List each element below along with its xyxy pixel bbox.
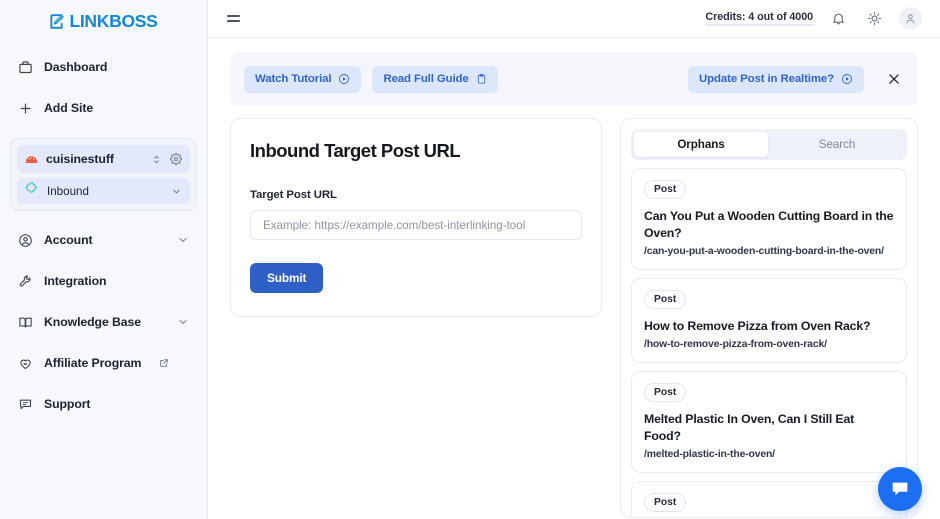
sidebar-item-add-site[interactable]: Add Site bbox=[10, 93, 197, 123]
site-name: cuisinestuff bbox=[46, 152, 114, 166]
sidebar-item-label: Dashboard bbox=[44, 60, 108, 74]
sun-icon[interactable] bbox=[863, 8, 885, 30]
target-post-url-label: Target Post URL bbox=[250, 189, 337, 201]
close-icon[interactable] bbox=[884, 69, 904, 89]
hamburger-menu-icon[interactable] bbox=[224, 12, 243, 25]
logo-pen-icon bbox=[49, 12, 68, 31]
wrench-icon bbox=[18, 274, 33, 289]
sidebar-item-inbound[interactable]: Inbound bbox=[17, 178, 190, 204]
target-post-url-input[interactable] bbox=[250, 210, 582, 240]
app-root: LINKBOSS Dashboard Add Site cuisinestuff… bbox=[0, 0, 940, 519]
post-slug: /melted-plastic-in-the-oven/ bbox=[644, 448, 775, 460]
plus-icon bbox=[18, 101, 33, 116]
sidebar-subitem-label: Inbound bbox=[47, 184, 89, 198]
panel-tabs: Orphans Search bbox=[631, 129, 907, 160]
site-selector-cuisinestuff[interactable]: cuisinestuff bbox=[17, 145, 190, 173]
credits-label: Credits: 4 out of 4000 bbox=[705, 11, 813, 26]
site-favicon bbox=[25, 155, 38, 163]
sidebar-nav-top: Dashboard Add Site bbox=[0, 38, 207, 123]
chevron-down-icon[interactable] bbox=[177, 234, 189, 246]
list-item[interactable]: Post Melted Plastic In Oven, Can I Still… bbox=[631, 370, 907, 473]
status-badge: Post bbox=[644, 382, 687, 402]
sidebar-item-label: Support bbox=[44, 397, 91, 411]
post-title: Melted Plastic In Oven, Can I Still Eat … bbox=[644, 411, 855, 443]
chat-bubble-icon bbox=[892, 482, 908, 496]
gear-icon[interactable] bbox=[170, 153, 182, 165]
site-switch-icon[interactable] bbox=[151, 154, 162, 165]
post-list: Post Can You Put a Wooden Cutting Board … bbox=[631, 168, 907, 517]
list-item[interactable]: Post Can You Put a Wooden Cutting Board … bbox=[631, 168, 907, 270]
read-full-guide-button[interactable]: Read Full Guide bbox=[372, 65, 498, 93]
main-area: Credits: 4 out of 4000 Watch Tutorial Re… bbox=[208, 0, 940, 519]
play-circle-icon bbox=[841, 73, 853, 85]
update-post-realtime-button[interactable]: Update Post in Realtime? bbox=[688, 65, 864, 93]
submit-button[interactable]: Submit bbox=[250, 263, 324, 293]
sidebar-item-integration[interactable]: Integration bbox=[10, 266, 197, 296]
sidebar-item-label: Knowledge Base bbox=[44, 315, 141, 329]
content-row: Inbound Target Post URL Target Post URL … bbox=[208, 106, 940, 518]
sidebar-item-label: Add Site bbox=[44, 101, 94, 115]
tab-search[interactable]: Search bbox=[770, 132, 904, 157]
avatar[interactable] bbox=[899, 7, 922, 30]
sidebar-item-label: Account bbox=[44, 233, 93, 247]
chevron-down-icon[interactable] bbox=[171, 186, 182, 197]
sidebar-item-label: Integration bbox=[44, 274, 107, 288]
clipboard-icon bbox=[476, 73, 487, 85]
site-group: cuisinestuff Inbound bbox=[10, 138, 197, 211]
book-icon bbox=[18, 315, 33, 330]
list-item[interactable]: Post Can You Put a Rubber Handle Pan in … bbox=[631, 480, 907, 517]
sidebar-item-label: Affiliate Program bbox=[44, 356, 142, 370]
chat-widget-button[interactable] bbox=[878, 467, 922, 511]
post-slug: /how-to-remove-pizza-from-oven-rack/ bbox=[644, 338, 827, 350]
user-circle-icon bbox=[18, 233, 33, 248]
list-item[interactable]: Post How to Remove Pizza from Oven Rack?… bbox=[631, 277, 907, 363]
posts-panel: Orphans Search Post Can You Put a Wooden… bbox=[620, 118, 918, 518]
status-badge: Post bbox=[644, 492, 687, 512]
sidebar-item-knowledge-base[interactable]: Knowledge Base bbox=[10, 307, 197, 337]
update-post-realtime-label: Update Post in Realtime? bbox=[699, 73, 834, 85]
sidebar-item-support[interactable]: Support bbox=[10, 389, 197, 419]
promo-banner: Watch Tutorial Read Full Guide Update Po bbox=[230, 52, 918, 106]
watch-tutorial-label: Watch Tutorial bbox=[255, 73, 332, 85]
play-circle-icon bbox=[338, 73, 350, 85]
sidebar-nav-bottom: Account Integration Knowledge Base Affil… bbox=[0, 211, 207, 419]
post-title: Can You Put a Wooden Cutting Board in th… bbox=[644, 209, 894, 240]
sidebar-item-affiliate-program[interactable]: Affiliate Program bbox=[10, 348, 197, 378]
heart-handshake-icon bbox=[18, 356, 33, 371]
watch-tutorial-button[interactable]: Watch Tutorial bbox=[244, 65, 362, 93]
bell-icon[interactable] bbox=[827, 8, 849, 30]
sidebar: LINKBOSS Dashboard Add Site cuisinestuff… bbox=[0, 0, 208, 519]
chat-icon bbox=[18, 397, 33, 412]
sidebar-item-dashboard[interactable]: Dashboard bbox=[10, 52, 197, 82]
logo-text: LINKBOSS bbox=[69, 10, 158, 31]
topbar: Credits: 4 out of 4000 bbox=[208, 0, 940, 38]
status-badge: Post bbox=[644, 289, 687, 309]
page-title: Inbound Target Post URL bbox=[250, 140, 461, 161]
dashboard-icon bbox=[18, 60, 33, 75]
chevron-down-icon[interactable] bbox=[177, 316, 189, 328]
logo[interactable]: LINKBOSS bbox=[0, 0, 207, 38]
tab-orphans[interactable]: Orphans bbox=[634, 132, 768, 157]
external-link-icon[interactable] bbox=[159, 358, 169, 368]
status-badge: Post bbox=[644, 180, 687, 199]
puzzle-icon bbox=[25, 182, 38, 200]
post-title: How to Remove Pizza from Oven Rack? bbox=[644, 318, 871, 333]
sidebar-item-account[interactable]: Account bbox=[10, 225, 197, 255]
read-full-guide-label: Read Full Guide bbox=[383, 73, 469, 85]
inbound-form-card: Inbound Target Post URL Target Post URL … bbox=[230, 118, 602, 317]
post-slug: /can-you-put-a-wooden-cutting-board-in-t… bbox=[644, 245, 884, 257]
